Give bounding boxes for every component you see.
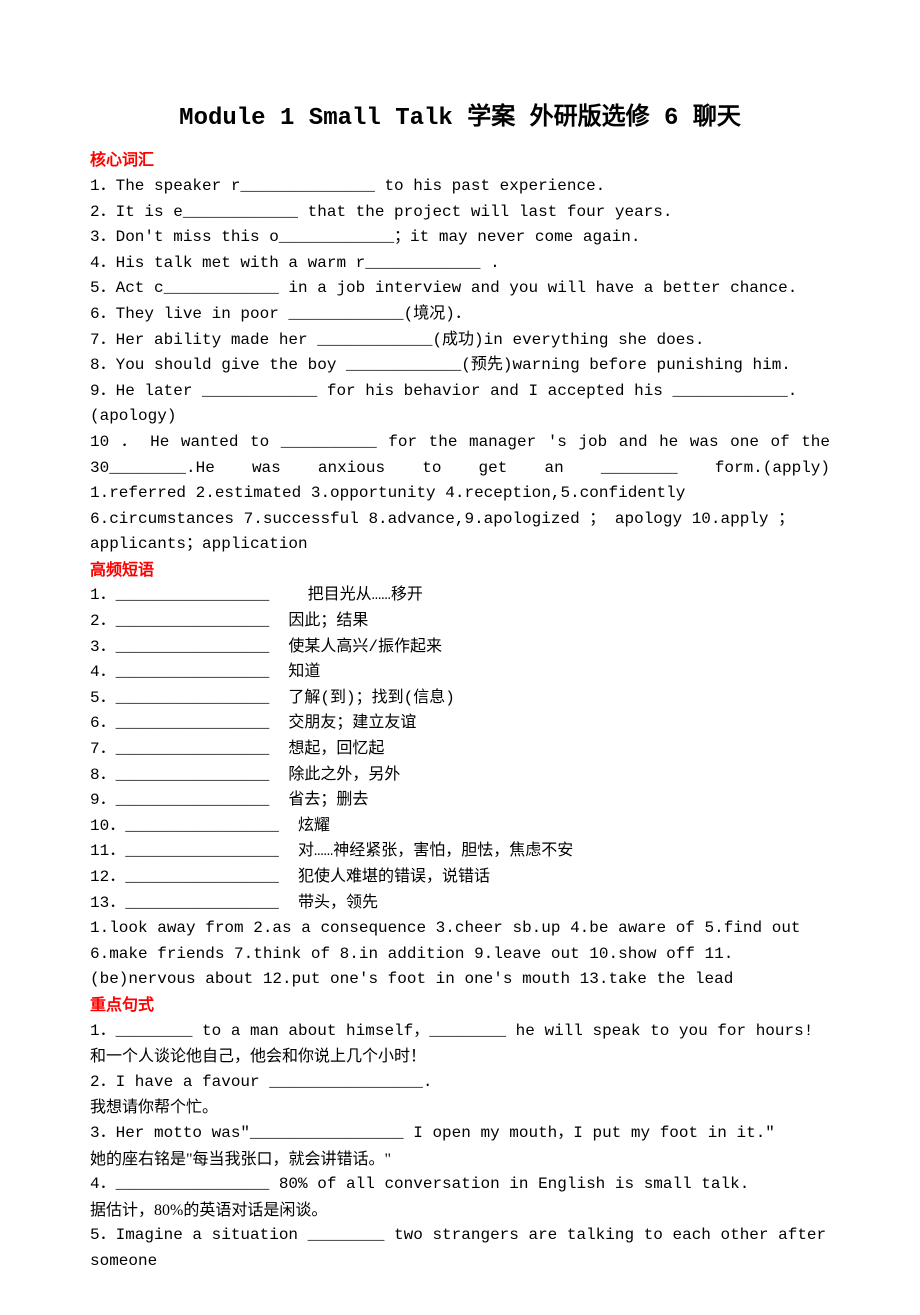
vocab-item: 7．Her ability made her ____________(成功)i… <box>90 328 830 354</box>
vocab-answers: 1.referred 2.estimated 3.opportunity 4.r… <box>90 481 830 558</box>
sentence-translation: 她的座右铭是"每当我张口，就会讲错话。" <box>90 1147 830 1173</box>
vocab-item: 1．The speaker r______________ to his pas… <box>90 174 830 200</box>
phrase-item: 3．________________ 使某人高兴/振作起来 <box>90 635 830 661</box>
sentence-translation: 和一个人谈论他自己，他会和你说上几个小时！ <box>90 1044 830 1070</box>
phrase-item: 13．________________ 带头，领先 <box>90 891 830 917</box>
vocab-item: 3．Don't miss this o____________；it may n… <box>90 225 830 251</box>
vocab-item: 8．You should give the boy ____________(预… <box>90 353 830 379</box>
phrase-item: 9．________________ 省去；删去 <box>90 788 830 814</box>
vocab-item: 6．They live in poor ____________(境况)． <box>90 302 830 328</box>
sentence-item: 4．________________ 80% of all conversati… <box>90 1172 830 1198</box>
sentence-translation: 据估计，80%的英语对话是闲谈。 <box>90 1198 830 1224</box>
vocab-item: 10 ． He wanted to __________ for the man… <box>90 430 830 481</box>
vocab-item: 5．Act c____________ in a job interview a… <box>90 276 830 302</box>
vocab-item: 9．He later ____________ for his behavior… <box>90 379 830 430</box>
vocab-item: 4．His talk met with a warm r____________… <box>90 251 830 277</box>
sentence-item: 3．Her motto was"________________ I open … <box>90 1121 830 1147</box>
sentence-item: 1．________ to a man about himself，______… <box>90 1019 830 1045</box>
page-title: Module 1 Small Talk 学案 外研版选修 6 聊天 <box>90 100 830 138</box>
phrase-item: 11．________________ 对……神经紧张，害怕，胆怯，焦虑不安 <box>90 839 830 865</box>
sentence-item: 2．I have a favour ________________. <box>90 1070 830 1096</box>
phrase-answers: 1.look away from 2.as a consequence 3.ch… <box>90 916 830 993</box>
sentence-section-header: 重点句式 <box>90 993 830 1019</box>
phrase-item: 10．________________ 炫耀 <box>90 814 830 840</box>
vocab-section-header: 核心词汇 <box>90 148 830 174</box>
phrase-section-header: 高频短语 <box>90 558 830 584</box>
phrase-item: 5．________________ 了解(到)；找到(信息) <box>90 686 830 712</box>
sentence-translation: 我想请你帮个忙。 <box>90 1095 830 1121</box>
phrase-item: 4．________________ 知道 <box>90 660 830 686</box>
phrase-item: 6．________________ 交朋友；建立友谊 <box>90 711 830 737</box>
phrase-item: 7．________________ 想起，回忆起 <box>90 737 830 763</box>
phrase-item: 8．________________ 除此之外，另外 <box>90 763 830 789</box>
phrase-item: 12．________________ 犯使人难堪的错误，说错话 <box>90 865 830 891</box>
phrase-item: 1．________________ 把目光从……移开 <box>90 583 830 609</box>
phrase-item: 2．________________ 因此；结果 <box>90 609 830 635</box>
sentence-item: 5．Imagine a situation ________ two stran… <box>90 1223 830 1274</box>
vocab-item: 2．It is e____________ that the project w… <box>90 200 830 226</box>
